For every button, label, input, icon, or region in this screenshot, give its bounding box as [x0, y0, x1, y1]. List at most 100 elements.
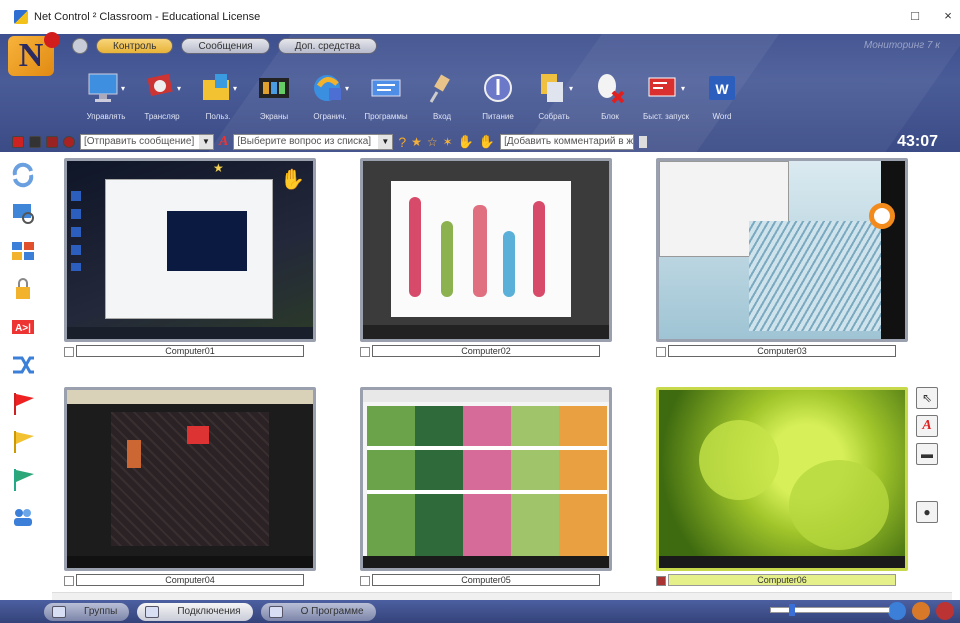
computer-screen[interactable] — [656, 387, 908, 571]
broadcast-icon — [147, 73, 173, 97]
select-checkbox[interactable] — [656, 347, 666, 357]
toolbar: ▾ Управлять ▾ Трансляр ▾ Польз. Экраны ▾… — [80, 68, 748, 121]
quick-launch-label: Быст. запуск — [642, 112, 690, 121]
text-label-icon[interactable]: A>| — [9, 314, 37, 340]
window-title: Net Control ² Classroom - Educational Li… — [34, 11, 261, 23]
block-label: Блок — [601, 112, 619, 121]
pointer-tool-button[interactable]: ⇖ — [916, 387, 938, 409]
restrict-browser-icon — [313, 75, 341, 101]
tab-messages[interactable]: Сообщения — [181, 38, 270, 54]
computer-screen[interactable]: ✋ ★ — [64, 158, 316, 342]
tab-groups[interactable]: Группы — [44, 602, 130, 621]
zoom-slider[interactable] — [770, 604, 890, 616]
left-sidebar: A>| — [0, 152, 46, 592]
journal-icon[interactable] — [639, 136, 648, 148]
select-checkbox[interactable] — [360, 347, 370, 357]
blank-screen-icon[interactable] — [29, 136, 41, 148]
mode-label: Мониторинг 7 к — [863, 40, 940, 51]
programs-button[interactable]: Программы — [360, 68, 412, 121]
quick-launch-button[interactable]: ▾ Быст. запуск — [640, 68, 692, 121]
send-message-text: [Отправить сообщение] — [84, 136, 195, 147]
groups-icon — [52, 605, 66, 618]
users-group-icon[interactable] — [9, 504, 37, 530]
send-message-combo[interactable]: [Отправить сообщение] ▼ — [80, 134, 214, 150]
login-pin-icon — [429, 74, 450, 103]
question-text: [Выберите вопрос из списка] — [237, 136, 372, 147]
raise-hand-icon[interactable]: ✋ — [458, 134, 474, 150]
annotate-icon[interactable]: A — [219, 134, 228, 150]
quick-strip: [Отправить сообщение] ▼ A [Выберите вопро… — [0, 132, 960, 152]
refresh-icon[interactable] — [9, 162, 37, 188]
zoom-fit-icon[interactable] — [888, 602, 906, 620]
svg-text:A>|: A>| — [15, 323, 31, 334]
computers-grid: ✋ ★ Computer01 Computer02 Computer03 Com… — [46, 152, 960, 592]
chevron-down-icon[interactable]: ▼ — [199, 135, 213, 149]
comment-combo[interactable]: [Добавить комментарий в жу — [500, 134, 635, 150]
record-icon[interactable] — [63, 136, 75, 148]
shuffle-icon[interactable] — [9, 352, 37, 378]
computer-screen[interactable] — [656, 158, 908, 342]
screens-label: Экраны — [259, 112, 289, 121]
power-icon — [484, 74, 512, 102]
tab-connections[interactable]: Подключения — [137, 602, 253, 621]
star-icon: ★ — [213, 161, 224, 175]
red-flag-icon[interactable] — [9, 390, 37, 416]
help-lifebuoy-icon — [869, 203, 895, 229]
status-icons — [888, 602, 954, 620]
maximize-button[interactable]: □ — [905, 8, 925, 23]
select-checkbox[interactable] — [64, 347, 74, 357]
record-status-icon[interactable] — [936, 602, 954, 620]
tab-control[interactable]: Контроль — [96, 38, 174, 54]
computer-name: Computer06 — [668, 574, 896, 586]
about-icon — [268, 605, 283, 618]
select-checkbox[interactable] — [360, 576, 370, 586]
collect-files-icon — [540, 74, 563, 102]
question-mark-icon[interactable]: ? — [398, 134, 406, 150]
tab-about-label: О Программе — [300, 605, 364, 617]
app-logo[interactable]: N — [8, 32, 60, 76]
zoom-slider-knob[interactable] — [789, 604, 795, 616]
star-remove-icon[interactable]: ✶ — [443, 135, 453, 149]
yellow-flag-icon[interactable] — [9, 428, 37, 454]
chevron-down-icon[interactable]: ▼ — [378, 135, 393, 149]
tab-about[interactable]: О Программе — [260, 602, 376, 621]
lower-hand-icon[interactable]: ✋ — [479, 134, 495, 150]
word-button[interactable]: W Word — [696, 68, 748, 121]
restrict-button[interactable]: ▾ Огранич. — [304, 68, 356, 121]
green-flag-icon[interactable] — [9, 466, 37, 492]
power-button[interactable]: Питание — [472, 68, 524, 121]
control-button[interactable]: ▾ Управлять — [80, 68, 132, 121]
computer-name: Computer04 — [76, 574, 304, 586]
computer-screen[interactable] — [64, 387, 316, 571]
monitor-icon — [88, 73, 118, 102]
select-checkbox[interactable] — [656, 576, 666, 586]
user-folder-icon — [202, 74, 229, 100]
star-outline-icon[interactable]: ☆ — [427, 135, 438, 149]
select-checkbox[interactable] — [64, 576, 74, 586]
annotate-tool-button[interactable]: A — [916, 415, 938, 437]
screens-button[interactable]: Экраны — [248, 68, 300, 121]
question-combo[interactable]: [Выберите вопрос из списка] ▼ — [233, 134, 394, 150]
broadcast-label: Трансляр — [144, 112, 180, 121]
collect-button[interactable]: ▾ Собрать — [528, 68, 580, 121]
teacher-icon[interactable] — [912, 602, 930, 620]
lock-screen-icon[interactable] — [46, 136, 58, 148]
login-button[interactable]: Вход — [416, 68, 468, 121]
search-network-icon[interactable] — [9, 200, 37, 226]
users-button[interactable]: ▾ Польз. — [192, 68, 244, 121]
close-button[interactable]: × — [938, 8, 958, 23]
horizontal-scrollbar[interactable] — [52, 592, 952, 600]
lock-icon[interactable] — [9, 276, 37, 302]
record-tool-button[interactable]: ● — [916, 501, 938, 523]
stop-icon[interactable] — [12, 136, 24, 148]
computer-screen[interactable] — [360, 158, 612, 342]
layout-icon[interactable] — [9, 238, 37, 264]
broadcast-button[interactable]: ▾ Трансляр — [136, 68, 188, 121]
tab-extra-tools[interactable]: Доп. средства — [277, 38, 378, 54]
computer-screen[interactable] — [360, 387, 612, 571]
home-tab-button[interactable] — [72, 38, 88, 54]
block-mouse-icon — [598, 74, 625, 104]
screen-tool-button[interactable]: ▬ — [916, 443, 938, 465]
block-button[interactable]: Блок — [584, 68, 636, 121]
star-icon[interactable]: ★ — [411, 135, 422, 149]
